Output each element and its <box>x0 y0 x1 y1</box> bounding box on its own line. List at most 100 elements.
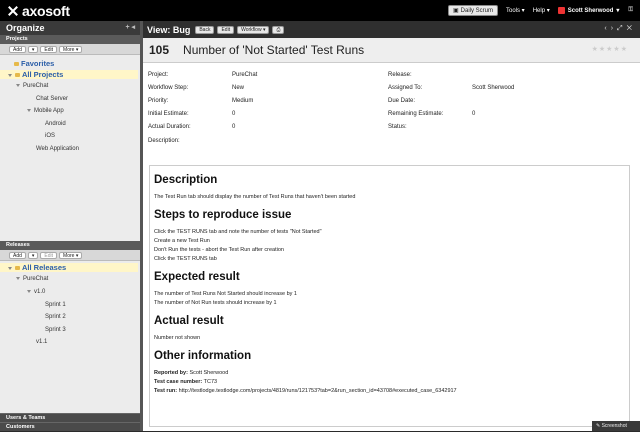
top-bar: axosoft ▣ Daily Scrum Tools ▾ Help ▾ Sco… <box>0 0 640 21</box>
field-value: Scott Sherwood <box>472 85 515 91</box>
release-item[interactable]: Sprint 3 <box>45 327 66 333</box>
add-project-button[interactable]: Add <box>9 45 26 53</box>
step-line: Create a new Test Run <box>154 238 210 244</box>
section-heading: Expected result <box>154 271 240 283</box>
releases-toolbar: Add ▾ Edit More ▾ <box>0 250 140 261</box>
test-case-line: Test case number: TC73 <box>154 379 218 385</box>
logo-x-icon <box>7 5 19 17</box>
app-logo[interactable]: axosoft <box>7 3 70 19</box>
all-projects-item[interactable]: All Projects <box>0 70 138 79</box>
all-releases-item[interactable]: All Releases <box>0 263 138 272</box>
step-line: Click the TEST RUNS tab <box>154 256 217 262</box>
field-label: Priority: <box>148 98 169 104</box>
folder-icon <box>15 266 20 271</box>
expected-line: The number of Not Run tests should incre… <box>154 300 277 306</box>
daily-scrum-button[interactable]: ▣ Daily Scrum <box>447 5 498 16</box>
field-label: Description: <box>148 138 180 144</box>
test-run-line: Test run: http://testlodge.testlodge.com… <box>154 388 457 394</box>
view-toolbar: View: Bug Back Edit Workflow ▾ ⎙ ‹›⤢✕ <box>143 21 640 38</box>
section-heading: Steps to reproduce issue <box>154 209 292 221</box>
tree-item[interactable]: Chat Server <box>36 96 68 102</box>
expand-arrow-icon[interactable] <box>8 73 12 77</box>
avatar <box>557 7 565 14</box>
view-title: View: Bug <box>147 24 191 35</box>
edit-release-button[interactable]: Edit <box>40 251 58 259</box>
lock-icon[interactable]: ⚿ <box>628 7 633 14</box>
field-value: New <box>232 85 245 91</box>
screenshot-button[interactable]: ✎ Screenshot <box>592 421 640 431</box>
expand-arrow-icon[interactable] <box>27 108 31 112</box>
test-run-link[interactable]: http://testlodge.testlodge.com/projects/… <box>179 388 457 394</box>
expand-arrow-icon[interactable] <box>16 276 20 280</box>
favorites-item[interactable]: Favorites <box>14 59 54 68</box>
item-title-bar: 105 Number of 'Not Started' Test Runs ★★… <box>143 38 640 63</box>
release-item[interactable]: v1.0 <box>27 289 45 295</box>
field-label: Project: <box>148 72 169 78</box>
tools-menu[interactable]: Tools ▾ <box>506 7 525 14</box>
step-line: Click the TEST RUNS tab and note the num… <box>154 229 322 235</box>
projects-header: Projects <box>0 35 140 44</box>
field-label: Release: <box>388 72 412 78</box>
item-id: 105 <box>149 43 170 57</box>
tree-item[interactable]: iOS <box>45 133 55 139</box>
field-label: Assigned To: <box>388 85 423 91</box>
item-detail: 105 Number of 'Not Started' Test Runs ★★… <box>143 38 640 431</box>
print-icon[interactable]: ⎙ <box>272 25 285 34</box>
tree-item[interactable]: PureChat <box>16 83 48 89</box>
expected-line: The number of Test Runs Not Started shou… <box>154 291 297 297</box>
release-item[interactable]: Sprint 1 <box>45 302 66 308</box>
field-value: 0 <box>232 124 236 130</box>
more-release-button[interactable]: More ▾ <box>59 251 83 259</box>
more-project-button[interactable]: More ▾ <box>59 45 83 53</box>
releases-section: Releases Add ▾ Edit More ▾ All Releases … <box>0 241 140 345</box>
field-label: Actual Duration: <box>148 124 191 130</box>
panel-controls-icon[interactable]: + ◂ <box>125 21 135 35</box>
description-body: Description The Test Run tab should disp… <box>149 165 630 427</box>
expand-arrow-icon[interactable] <box>27 289 31 293</box>
star-folder-icon <box>14 62 19 67</box>
rating-stars-icon[interactable]: ★★★★★ <box>592 45 628 53</box>
field-value: PureChat <box>232 72 258 78</box>
customers-nav[interactable]: Customers <box>0 422 140 431</box>
field-value: 0 <box>472 111 476 117</box>
item-name: Number of 'Not Started' Test Runs <box>183 43 365 57</box>
reported-by-line: Reported by: Scott Sherwood <box>154 370 229 376</box>
section-heading: Description <box>154 174 218 186</box>
user-menu[interactable]: Scott Sherwood ▾ ⚿ <box>557 7 633 14</box>
field-value: 0 <box>232 111 236 117</box>
organize-header: Organize + ◂ <box>0 21 140 35</box>
expand-arrow-icon[interactable] <box>8 266 12 270</box>
release-item[interactable]: Sprint 2 <box>45 314 66 320</box>
field-value: Medium <box>232 98 254 104</box>
nav-icons[interactable]: ‹›⤢✕ <box>604 25 636 33</box>
back-button[interactable]: Back <box>195 25 215 34</box>
users-teams-nav[interactable]: Users & Teams <box>0 413 140 422</box>
folder-icon <box>15 73 20 78</box>
scrum-icon: ▣ <box>452 8 459 14</box>
edit-button[interactable]: Edit <box>217 25 235 34</box>
add-dropdown-icon[interactable]: ▾ <box>27 45 39 53</box>
tree-item[interactable]: Android <box>45 121 66 127</box>
expand-arrow-icon[interactable] <box>16 83 20 87</box>
workflow-button[interactable]: Workflow ▾ <box>237 25 270 34</box>
bottom-nav: Users & Teams Customers <box>0 413 140 431</box>
help-menu[interactable]: Help ▾ <box>533 7 550 14</box>
add-dropdown-icon[interactable]: ▾ <box>27 251 39 259</box>
actual-line: Number not shown <box>154 335 201 341</box>
field-label: Initial Estimate: <box>148 111 189 117</box>
edit-project-button[interactable]: Edit <box>40 45 58 53</box>
field-label: Workflow Step: <box>148 85 189 91</box>
tree-item[interactable]: Mobile App <box>27 108 64 114</box>
logo-text: axosoft <box>22 2 70 19</box>
section-heading: Other information <box>154 350 252 362</box>
release-item[interactable]: v1.1 <box>36 339 47 345</box>
section-heading: Actual result <box>154 315 224 327</box>
add-release-button[interactable]: Add <box>9 251 26 259</box>
paragraph: The Test Run tab should display the numb… <box>154 194 356 200</box>
release-item[interactable]: PureChat <box>16 276 48 282</box>
step-line: Don't Run the tests - abort the Test Run… <box>154 247 284 253</box>
tree-item[interactable]: Web Application <box>36 146 79 152</box>
field-label: Due Date: <box>388 98 416 104</box>
projects-toolbar: Add ▾ Edit More ▾ <box>0 44 140 55</box>
main-panel: View: Bug Back Edit Workflow ▾ ⎙ ‹›⤢✕ 10… <box>143 21 640 431</box>
